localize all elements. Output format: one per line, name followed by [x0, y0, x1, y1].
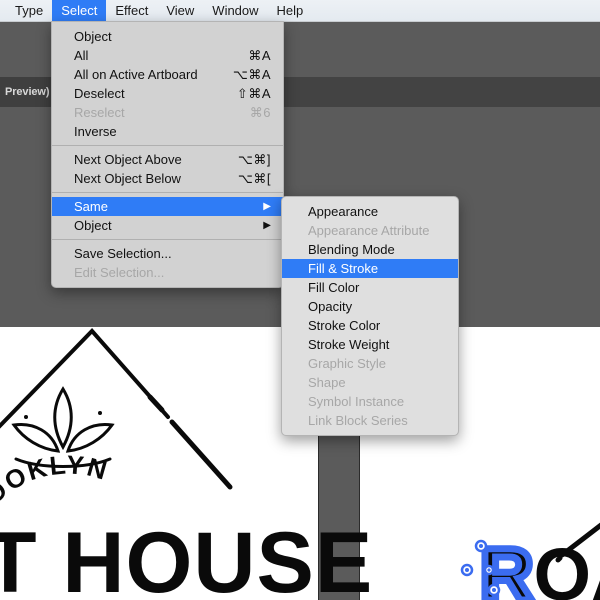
submenu-item-label: Fill & Stroke: [308, 261, 379, 276]
document-tab[interactable]: Preview): [0, 77, 58, 107]
menu-item-label: Next Object Above: [74, 152, 182, 167]
submenu-item-shape: Shape: [282, 373, 458, 392]
submenu-item-fill-stroke[interactable]: Fill & Stroke: [282, 259, 458, 278]
menu-item-inverse[interactable]: Inverse: [52, 122, 283, 141]
menu-separator: [52, 145, 283, 146]
menu-bar: Type Select Effect View Window Help: [0, 0, 600, 22]
menubar-item-view[interactable]: View: [157, 0, 203, 21]
menubar-item-select[interactable]: Select: [52, 0, 107, 21]
submenu-item-label: Stroke Color: [308, 318, 381, 333]
submenu-item-opacity[interactable]: Opacity: [282, 297, 458, 316]
menu-item-all[interactable]: All ⌘A: [52, 46, 283, 65]
menu-item-label: Inverse: [74, 124, 117, 139]
submenu-item-label: Fill Color: [308, 280, 360, 295]
menu-item-label: Reselect: [74, 105, 125, 120]
menu-item-next-object-below[interactable]: Next Object Below ⌥⌘[: [52, 169, 283, 188]
menu-separator: [52, 192, 283, 193]
menu-item-label: Object: [74, 29, 112, 44]
menu-item-next-object-above[interactable]: Next Object Above ⌥⌘]: [52, 150, 283, 169]
menu-item-same[interactable]: Same ▶: [52, 197, 283, 216]
submenu-arrow-icon: ▶: [263, 200, 271, 212]
illustrator-window: Preview) OKLYN T HOUSE RO R Type Select …: [0, 0, 600, 600]
menu-item-label: Same: [74, 199, 108, 214]
submenu-item-label: Appearance: [308, 204, 379, 219]
menu-item-shortcut: ⌘A: [248, 47, 271, 63]
menu-item-label: All on Active Artboard: [74, 67, 198, 82]
submenu-item-blending-mode[interactable]: Blending Mode: [282, 240, 458, 259]
menu-item-label: Deselect: [74, 86, 125, 101]
same-submenu: Appearance Appearance Attribute Blending M…: [281, 196, 459, 436]
menu-item-label: Save Selection...: [74, 246, 172, 261]
menu-item-shortcut: ⇧⌘A: [236, 85, 271, 101]
menubar-item-window[interactable]: Window: [203, 0, 267, 21]
menu-item-shortcut: ⌥⌘A: [232, 66, 271, 82]
menubar-item-type[interactable]: Type: [6, 0, 52, 21]
menu-item-object[interactable]: Object ▶: [52, 216, 283, 235]
menu-separator: [52, 239, 283, 240]
submenu-item-graphic-style: Graphic Style: [282, 354, 458, 373]
menu-item-edit-selection: Edit Selection...: [52, 263, 283, 282]
submenu-item-link-block-series: Link Block Series: [282, 411, 458, 430]
submenu-item-symbol-instance: Symbol Instance: [282, 392, 458, 411]
submenu-item-appearance-attribute: Appearance Attribute: [282, 221, 458, 240]
submenu-item-stroke-weight[interactable]: Stroke Weight: [282, 335, 458, 354]
menu-item-all-on-active-artboard[interactable]: All on Active Artboard ⌥⌘A: [52, 65, 283, 84]
menu-item-object[interactable]: Object: [52, 27, 283, 46]
submenu-item-stroke-color[interactable]: Stroke Color: [282, 316, 458, 335]
menu-item-shortcut: ⌥⌘[: [237, 170, 271, 186]
menu-item-label: Next Object Below: [74, 171, 181, 186]
menu-item-shortcut: ⌥⌘]: [237, 151, 271, 167]
submenu-item-label: Shape: [308, 375, 346, 390]
submenu-item-fill-color[interactable]: Fill Color: [282, 278, 458, 297]
submenu-arrow-icon: ▶: [263, 219, 271, 231]
submenu-item-appearance[interactable]: Appearance: [282, 202, 458, 221]
menu-item-label: Edit Selection...: [74, 265, 165, 280]
menubar-item-help[interactable]: Help: [268, 0, 313, 21]
menubar-item-effect[interactable]: Effect: [106, 0, 157, 21]
submenu-item-label: Graphic Style: [308, 356, 387, 371]
submenu-item-label: Appearance Attribute: [308, 223, 430, 238]
submenu-item-label: Blending Mode: [308, 242, 395, 257]
menu-item-reselect: Reselect ⌘6: [52, 103, 283, 122]
select-dropdown-menu: Object All ⌘A All on Active Artboard ⌥⌘A Dese…: [51, 21, 284, 288]
document-tab-label: Preview): [5, 86, 50, 98]
submenu-item-label: Stroke Weight: [308, 337, 390, 352]
menu-item-save-selection[interactable]: Save Selection...: [52, 244, 283, 263]
menu-item-deselect[interactable]: Deselect ⇧⌘A: [52, 84, 283, 103]
menu-item-shortcut: ⌘6: [249, 104, 271, 120]
menu-item-label: All: [74, 48, 89, 63]
submenu-item-label: Opacity: [308, 299, 353, 314]
submenu-item-label: Link Block Series: [308, 413, 408, 428]
menu-item-label: Object: [74, 218, 112, 233]
submenu-item-label: Symbol Instance: [308, 394, 405, 409]
